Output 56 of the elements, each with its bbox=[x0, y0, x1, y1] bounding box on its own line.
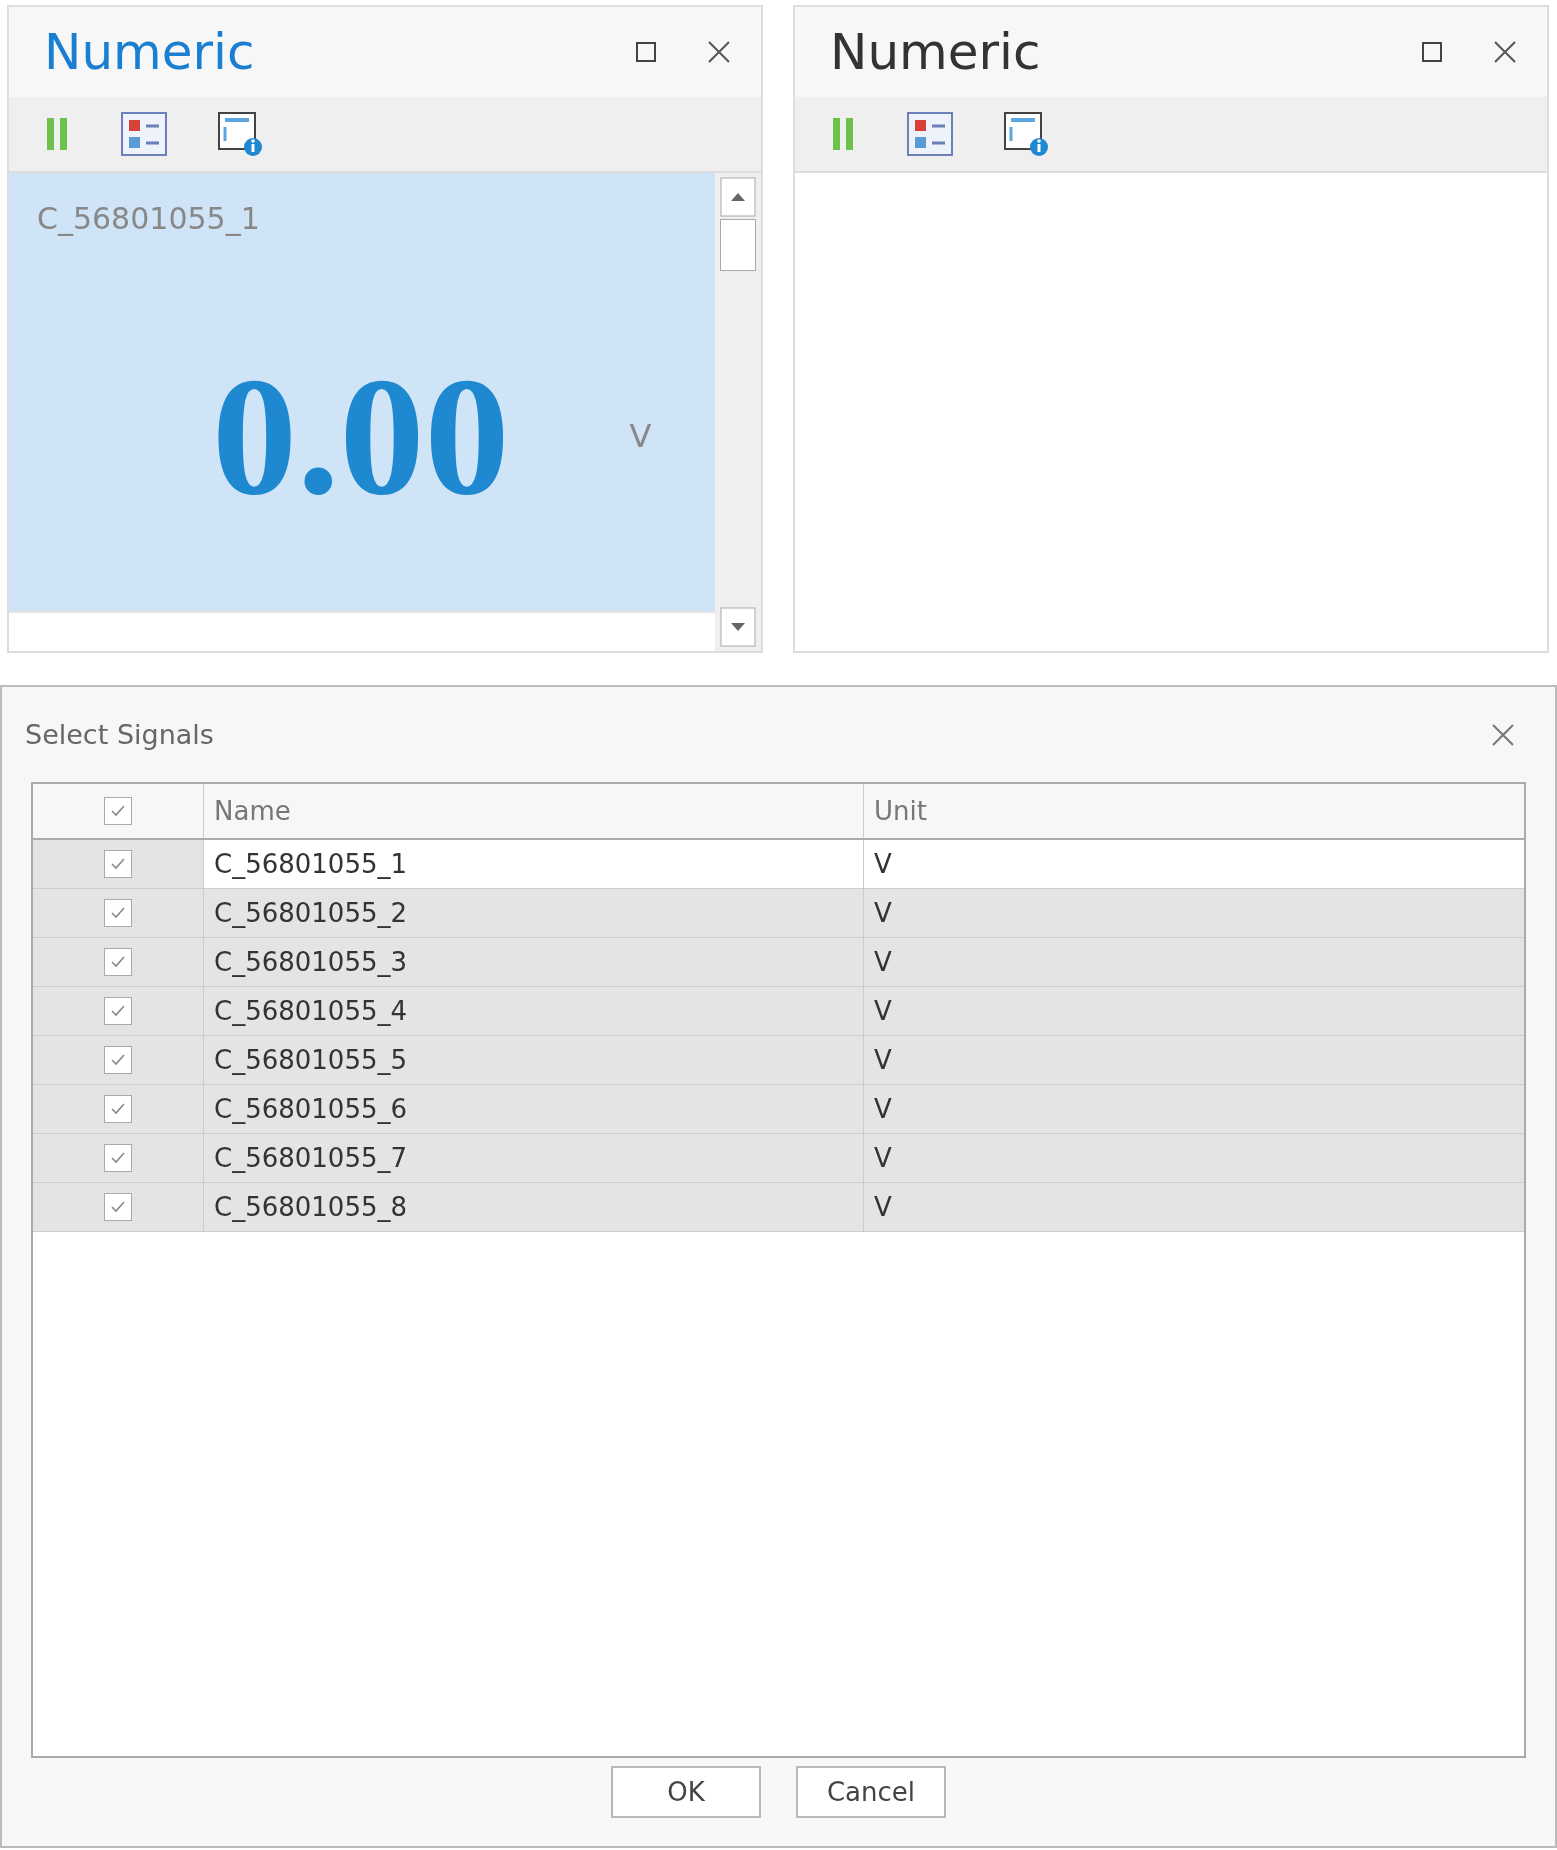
list-icon[interactable] bbox=[121, 112, 167, 156]
scroll-down-icon[interactable] bbox=[720, 607, 756, 647]
table-row[interactable]: C_56801055_8 V bbox=[33, 1183, 1524, 1232]
table-row[interactable]: C_56801055_2 V bbox=[33, 889, 1524, 938]
table-row[interactable]: C_56801055_7 V bbox=[33, 1134, 1524, 1183]
row-checkbox[interactable] bbox=[104, 1144, 132, 1172]
scrollbar[interactable] bbox=[715, 173, 761, 651]
table-cell: C_56801055_8 bbox=[204, 1183, 864, 1231]
table-cell: C_56801055_2 bbox=[204, 889, 864, 937]
table-row[interactable]: C_56801055_4 V bbox=[33, 987, 1524, 1036]
list-icon[interactable] bbox=[907, 112, 953, 156]
table-cell: C_56801055_5 bbox=[204, 1036, 864, 1084]
table-cell: V bbox=[864, 840, 1524, 888]
row-checkbox[interactable] bbox=[104, 1193, 132, 1221]
row-checkbox[interactable] bbox=[104, 1046, 132, 1074]
table-row[interactable]: C_56801055_1 V bbox=[33, 840, 1524, 889]
row-checkbox[interactable] bbox=[104, 1095, 132, 1123]
table-cell-text: V bbox=[873, 1142, 893, 1175]
row-checkbox[interactable] bbox=[104, 899, 132, 927]
table-row[interactable]: C_56801055_6 V bbox=[33, 1085, 1524, 1134]
table-cell: C_56801055_1 bbox=[204, 840, 864, 888]
table-cell-text: V bbox=[873, 1191, 893, 1224]
scroll-thumb[interactable] bbox=[720, 219, 756, 271]
column-header[interactable]: Unit bbox=[864, 784, 1524, 838]
table-cell-text: V bbox=[873, 1093, 893, 1126]
select-all-checkbox[interactable] bbox=[104, 797, 132, 825]
signal-name: C_56801055_1 bbox=[37, 201, 260, 236]
maximize-icon[interactable] bbox=[635, 41, 657, 63]
close-icon[interactable] bbox=[1491, 722, 1515, 747]
unit-label: V bbox=[629, 417, 652, 455]
dialog-button[interactable]: OK bbox=[611, 1766, 761, 1818]
window-info-icon[interactable] bbox=[217, 111, 263, 157]
table-row[interactable]: C_56801055_3 V bbox=[33, 938, 1524, 987]
window-info-icon[interactable] bbox=[1003, 111, 1049, 157]
column-header[interactable]: Name bbox=[204, 784, 864, 838]
dialog-button[interactable]: Cancel bbox=[796, 1766, 946, 1818]
table-cell-text: V bbox=[873, 995, 893, 1028]
close-icon[interactable] bbox=[1493, 40, 1517, 64]
panel-title: Numeric bbox=[44, 23, 255, 81]
maximize-icon[interactable] bbox=[1421, 41, 1443, 63]
table-cell: C_56801055_6 bbox=[204, 1085, 864, 1133]
dialog-title: Select Signals bbox=[25, 719, 214, 750]
table-cell-text: V bbox=[873, 897, 893, 930]
table-cell: C_56801055_3 bbox=[204, 938, 864, 986]
close-icon[interactable] bbox=[707, 40, 731, 64]
table-cell: C_56801055_7 bbox=[204, 1134, 864, 1182]
table-cell-text: V bbox=[873, 946, 893, 979]
table-cell-text: V bbox=[873, 1044, 893, 1077]
row-checkbox[interactable] bbox=[104, 948, 132, 976]
reading-value: 0.00 bbox=[212, 351, 510, 521]
scroll-up-icon[interactable] bbox=[720, 177, 756, 217]
panel-title: Numeric bbox=[830, 23, 1041, 81]
table-row[interactable]: C_56801055_5 V bbox=[33, 1036, 1524, 1085]
row-checkbox[interactable] bbox=[104, 997, 132, 1025]
table-cell: C_56801055_4 bbox=[204, 987, 864, 1035]
row-checkbox[interactable] bbox=[104, 850, 132, 878]
